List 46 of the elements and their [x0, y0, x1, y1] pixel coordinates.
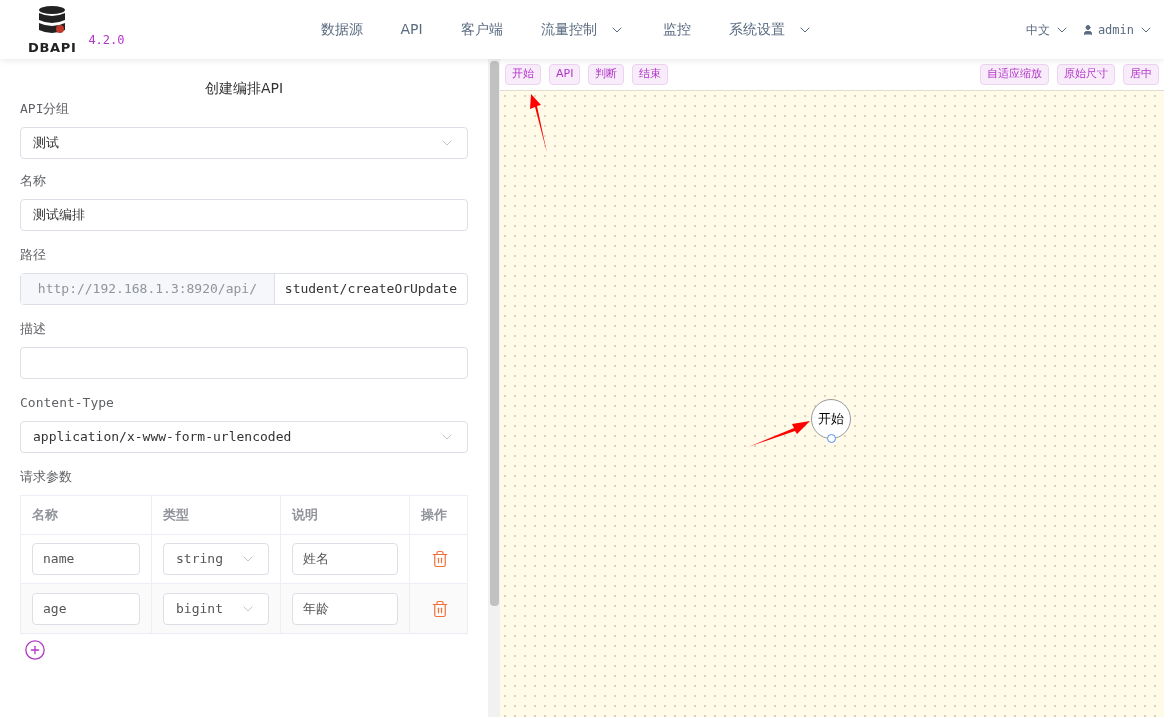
- column-header: 说明: [292, 506, 318, 525]
- column-header: 操作: [421, 506, 447, 525]
- nav-item[interactable]: 监控: [662, 19, 691, 40]
- field-label: API分组: [20, 101, 70, 116]
- view-tool-button[interactable]: 原始尺寸: [1057, 64, 1115, 85]
- param-type-select[interactable]: string: [163, 543, 269, 575]
- node-tool-button[interactable]: 结束: [632, 64, 669, 85]
- column-header: 名称: [32, 506, 58, 525]
- view-tool-button[interactable]: 自适应缩放: [980, 64, 1049, 85]
- delete-icon[interactable]: [431, 550, 449, 568]
- column-header: 类型: [163, 506, 189, 525]
- param-description-field[interactable]: 年龄: [292, 592, 398, 625]
- scrollbar-thumb[interactable]: [489, 61, 499, 606]
- select-field[interactable]: 测试: [20, 127, 468, 159]
- connection-port-icon[interactable]: [827, 434, 836, 443]
- version-label: 4.2.0: [88, 31, 125, 49]
- param-description-field[interactable]: 姓名: [292, 543, 398, 575]
- param-name-field[interactable]: age: [32, 592, 140, 625]
- nav-item[interactable]: 系统设置: [728, 19, 813, 40]
- add-row-icon[interactable]: [24, 639, 46, 661]
- path-field[interactable]: http://192.168.1.3:8920/api/ student/createOrUpdate: [20, 273, 468, 305]
- field-label: Content-Type: [20, 395, 114, 410]
- path-prefix: http://192.168.1.3:8920/api/: [21, 274, 275, 304]
- nav-item[interactable]: 数据源: [320, 19, 363, 40]
- param-type-select[interactable]: bigint: [163, 592, 269, 625]
- node-tool-button[interactable]: API: [549, 64, 581, 85]
- nav-item[interactable]: 流量控制: [540, 19, 625, 40]
- field-label: 名称: [20, 173, 46, 188]
- language-menu[interactable]: 中文: [1025, 20, 1070, 39]
- param-name-field[interactable]: name: [32, 543, 140, 575]
- input-field[interactable]: 测试编排: [20, 199, 468, 231]
- form-title: 创建编排API: [203, 81, 285, 95]
- delete-icon[interactable]: [431, 599, 449, 618]
- view-tool-button[interactable]: 居中: [1123, 64, 1159, 85]
- node-tool-button[interactable]: 开始: [505, 64, 541, 85]
- input-field[interactable]: [20, 347, 468, 379]
- nav-item[interactable]: API: [400, 19, 423, 40]
- field-label: 路径: [20, 247, 46, 262]
- node-tool-button[interactable]: 判断: [588, 64, 625, 85]
- logo-text: DBAPI: [28, 41, 77, 54]
- field-label: 请求参数: [20, 469, 72, 484]
- select-field[interactable]: application/x-www-form-urlencoded: [20, 421, 468, 453]
- field-label: 描述: [20, 321, 46, 336]
- nav-item[interactable]: 客户端: [460, 19, 503, 40]
- user-icon: [1081, 23, 1094, 36]
- user-menu[interactable]: admin: [1097, 20, 1134, 39]
